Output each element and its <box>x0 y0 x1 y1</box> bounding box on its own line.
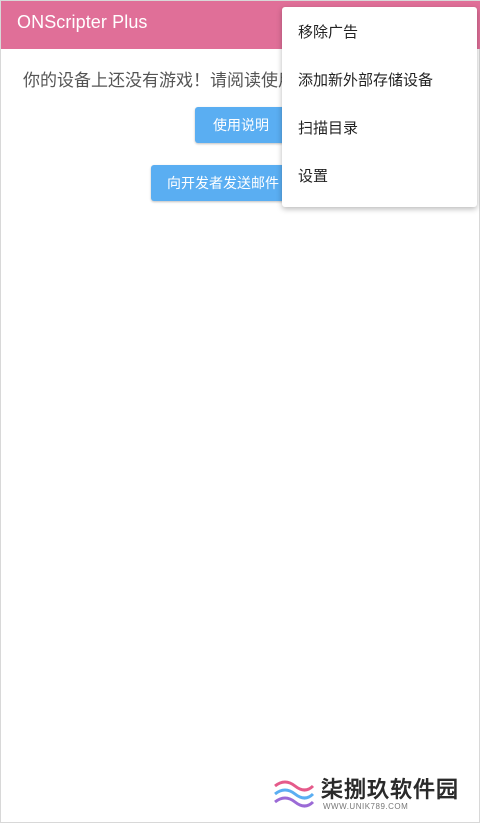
menu-item-remove-ads[interactable]: 移除广告 <box>282 7 477 55</box>
menu-item-scan-directory[interactable]: 扫描目录 <box>282 103 477 151</box>
overflow-menu: 移除广告 添加新外部存储设备 扫描目录 设置 <box>282 7 477 207</box>
menu-item-add-external-storage[interactable]: 添加新外部存储设备 <box>282 55 477 103</box>
app-title: ONScripter Plus <box>17 12 148 32</box>
menu-item-settings[interactable]: 设置 <box>282 151 477 199</box>
watermark-url: WWW.UNIK789.COM <box>323 802 409 811</box>
watermark-logo-icon <box>274 780 315 808</box>
watermark-text: 柒捌玖软件园 <box>321 778 460 803</box>
watermark: 柒捌玖软件园 WWW.UNIK789.COM <box>273 772 473 818</box>
app-window: ONScripter Plus 你的设备上还没有游戏！请阅读使用说明 使用说明 … <box>0 0 480 823</box>
help-button[interactable]: 使用说明 <box>195 107 287 143</box>
